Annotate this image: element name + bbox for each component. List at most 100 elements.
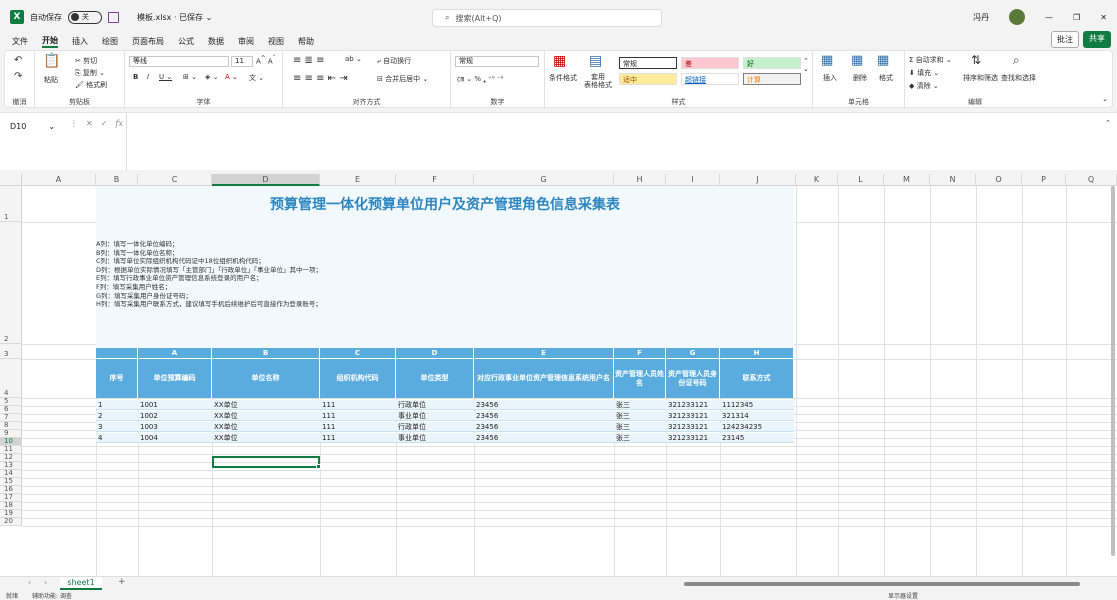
table-cell[interactable]: 23456 (474, 433, 614, 443)
sort-filter-button[interactable]: 排序和筛选 (963, 73, 998, 83)
styles-scroll-icon[interactable]: ⌃ ⌄ (803, 57, 809, 73)
sheet-tab-sheet1[interactable]: sheet1 (60, 577, 102, 590)
table-row[interactable]: 2 1002 XX单位 111 事业单位 23456 张三 321233121 321314 (96, 411, 794, 421)
clear-button[interactable]: ◆ 清除 ⌄ (909, 81, 939, 91)
column-header[interactable]: D (212, 174, 320, 186)
table-cell[interactable]: 23456 (474, 422, 614, 432)
table-cell[interactable]: XX单位 (212, 433, 320, 443)
table-cell[interactable]: 行政单位 (396, 422, 474, 432)
table-cell[interactable]: 111 (320, 422, 396, 432)
format-as-table-button[interactable]: 套用 表格格式 (579, 73, 617, 89)
style-neutral[interactable]: 适中 (619, 73, 677, 85)
restore-icon[interactable]: ❐ (1073, 13, 1080, 22)
menu-item[interactable]: 绘图 (102, 36, 118, 47)
table-cell[interactable]: 111 (320, 433, 396, 443)
select-all-corner[interactable] (0, 174, 22, 186)
insert-cells-button[interactable]: 插入 (823, 73, 837, 83)
table-cell[interactable]: 1004 (138, 433, 212, 443)
table-cell[interactable]: 1003 (138, 422, 212, 432)
ribbon-collapse-icon[interactable]: ⌄ (1102, 95, 1108, 103)
column-header[interactable]: A (22, 174, 96, 186)
cut-button[interactable]: ✂ 剪切 (75, 56, 97, 66)
table-cell[interactable]: 111 (320, 400, 396, 410)
table-cell[interactable]: 321233121 (666, 400, 720, 410)
horizontal-scrollbar[interactable] (672, 580, 1092, 587)
menu-item[interactable]: 公式 (178, 36, 194, 47)
table-row[interactable]: 4 1004 XX单位 111 事业单位 23456 张三 321233121 23145 (96, 433, 794, 443)
column-header[interactable]: I (666, 174, 720, 186)
enter-icon[interactable]: ✓ (101, 119, 108, 128)
table-cell[interactable]: 321233121 (666, 422, 720, 432)
menu-item[interactable]: 页面布局 (132, 36, 164, 47)
italic-icon[interactable]: I (147, 73, 149, 81)
column-header[interactable]: O (976, 174, 1022, 186)
align-top-icon[interactable]: ≡ ≣ ≡ (293, 55, 325, 66)
column-header[interactable]: H (614, 174, 666, 186)
save-icon[interactable] (108, 11, 119, 23)
file-name[interactable]: 模板.xlsx · 已保存 ⌄ (137, 12, 212, 23)
table-cell[interactable]: XX单位 (212, 400, 320, 410)
autosave-toggle[interactable]: 关 (68, 10, 102, 24)
formula-collapse-icon[interactable]: ⌃ (1105, 119, 1111, 127)
table-cell[interactable]: 23456 (474, 400, 614, 410)
next-sheet-icon[interactable]: › (44, 578, 47, 587)
paste-icon[interactable]: 📋 (43, 53, 60, 69)
table-cell[interactable]: 1002 (138, 411, 212, 421)
table-cell[interactable]: 1 (96, 400, 138, 410)
accounting-icon[interactable]: ㎝ ⌄ % ❟ ⁺⁰ ⁻⁰ (457, 74, 503, 84)
delete-cells-icon[interactable]: ▦ (851, 53, 863, 68)
format-as-table-icon[interactable]: ▤ (589, 53, 602, 69)
conditional-format-button[interactable]: 条件格式 (545, 73, 581, 83)
row-header[interactable]: 4 (0, 359, 22, 398)
row-header[interactable]: 2 (0, 222, 22, 344)
format-painter-button[interactable]: 🖌 格式刷 (75, 80, 107, 90)
column-header[interactable]: G (474, 174, 614, 186)
fx-icon[interactable]: fx (115, 119, 122, 128)
table-cell[interactable]: 张三 (614, 400, 666, 410)
format-cells-button[interactable]: 格式 (879, 73, 893, 83)
column-header[interactable]: J (720, 174, 796, 186)
orientation-icon[interactable]: ab ⌄ (345, 55, 362, 63)
table-cell[interactable]: 1001 (138, 400, 212, 410)
paste-button[interactable]: 粘贴 (44, 75, 58, 85)
table-row[interactable]: 3 1003 XX单位 111 行政单位 23456 张三 321233121 12423423… (96, 422, 794, 432)
format-cells-icon[interactable]: ▦ (877, 53, 889, 68)
column-header[interactable]: C (138, 174, 212, 186)
table-row[interactable]: 1 1001 XX单位 111 行政单位 23456 张三 321233121 1112345 (96, 400, 794, 410)
wrap-text-button[interactable]: ⤶ 自动换行 (377, 56, 411, 66)
selected-cell-d10[interactable] (212, 456, 321, 469)
table-cell[interactable]: 1112345 (720, 400, 794, 410)
add-sheet-icon[interactable]: + (118, 577, 126, 587)
column-header[interactable]: P (1022, 174, 1066, 186)
column-header[interactable]: K (796, 174, 838, 186)
more-icon[interactable]: ⋮ (70, 119, 78, 128)
column-letter-row[interactable]: ABCDEFGH (96, 348, 794, 358)
minimize-icon[interactable]: — (1045, 13, 1053, 22)
user-name[interactable]: 冯丹 (973, 12, 989, 23)
share-button[interactable]: 共享 (1083, 31, 1111, 48)
table-cell[interactable]: 124234235 (720, 422, 794, 432)
font-color-icon[interactable]: A ⌄ (225, 73, 238, 81)
autosum-button[interactable]: Σ 自动求和 ⌄ (909, 55, 952, 65)
underline-icon[interactable]: U ⌄ (159, 73, 172, 81)
row-header[interactable]: 3 (0, 344, 22, 359)
row-header[interactable]: 20 (0, 517, 22, 526)
style-good[interactable]: 好 (743, 57, 801, 69)
column-header[interactable]: E (320, 174, 396, 186)
column-header[interactable]: L (838, 174, 884, 186)
table-cell[interactable]: 张三 (614, 411, 666, 421)
style-normal[interactable]: 常规 (619, 57, 677, 69)
border-icon[interactable]: ⊞ ⌄ (183, 73, 197, 81)
style-hyperlink[interactable]: 超链接 (681, 73, 739, 85)
table-cell[interactable]: 321233121 (666, 411, 720, 421)
formula-input[interactable] (126, 113, 1106, 171)
menu-item[interactable]: 帮助 (298, 36, 314, 47)
insert-cells-icon[interactable]: ▦ (821, 53, 833, 68)
search-box[interactable]: ⌕ 搜索(Alt+Q) (432, 9, 662, 27)
vertical-scrollbar[interactable] (1109, 186, 1117, 556)
prev-sheet-icon[interactable]: ‹ (28, 578, 31, 587)
table-cell[interactable]: 2 (96, 411, 138, 421)
name-box[interactable]: D10 ⌄ (6, 119, 68, 135)
table-cell[interactable]: 行政单位 (396, 400, 474, 410)
title-area[interactable]: 预算管理一体化预算单位用户及资产管理角色信息采集表 (96, 186, 794, 222)
